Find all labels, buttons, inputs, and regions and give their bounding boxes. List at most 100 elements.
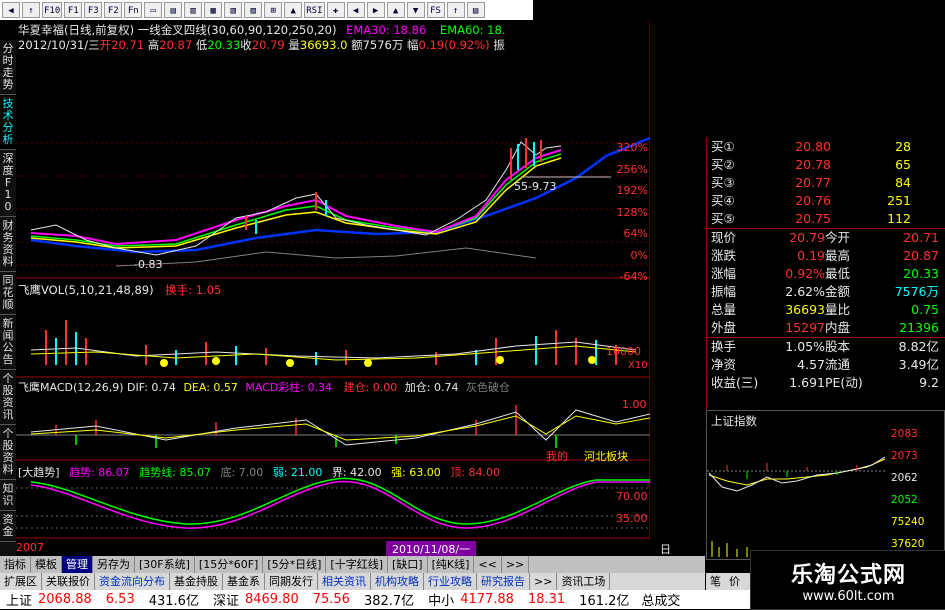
extension-tab[interactable]: 基金持股 (170, 573, 223, 590)
stat-label: PE(动) (825, 375, 863, 390)
macd-huise: 灰色破仓 (465, 381, 510, 394)
bid-volume: 28 (895, 139, 911, 154)
toolbar-button-8[interactable]: ▤ (164, 2, 183, 18)
extension-tab[interactable]: 资讯工场 (557, 573, 611, 590)
extension-tab[interactable]: 行业攻略 (424, 573, 477, 590)
toolbar-button-16[interactable]: ✚ (326, 2, 345, 18)
ticker-amount: 161.2亿 (579, 594, 630, 609)
extension-tab[interactable]: 关联报价 (42, 573, 95, 590)
tick-detail-tab[interactable]: 笔 (706, 573, 725, 590)
stat-value: 3.49亿 (898, 357, 939, 372)
bid-price: 20.76 (795, 193, 831, 208)
indicator-tab[interactable]: 指标 (0, 556, 31, 573)
macd-title: 飞鹰MACD(12,26,9) (18, 381, 124, 394)
toolbar-button-14[interactable]: ▲ (284, 2, 303, 18)
stat-value: 0.92% (785, 266, 825, 281)
vtab-0[interactable]: 分时走势 (0, 40, 16, 95)
toolbar-button-21[interactable]: FS (426, 2, 445, 18)
macd-dif: DIF: 0.74 (127, 381, 176, 394)
toolbar-button-0[interactable]: ◀ (2, 2, 20, 18)
stat-label: 涨幅 (711, 266, 737, 281)
stat-row: 总量 36693 量比 0.75 (707, 301, 945, 319)
stat-row: 换手 1.05% 股本 8.82亿 (707, 337, 945, 356)
bid-label: 买① (711, 139, 735, 154)
toolbar-button-13[interactable]: ⊞ (264, 2, 283, 18)
extension-tab[interactable]: 相关资讯 (318, 573, 371, 590)
indicator-tab[interactable]: >> (502, 556, 530, 573)
ticker-name[interactable]: 上证 (6, 590, 32, 609)
index-axis-tick: 2083 (891, 428, 918, 440)
toolbar-button-20[interactable]: ▼ (406, 2, 425, 18)
toolbar-button-19[interactable]: ▲ (386, 2, 405, 18)
stat-value: 20.33 (903, 266, 939, 281)
vtab-4[interactable]: 同花顺 (0, 272, 16, 315)
vtab-1[interactable]: 技术分析 (0, 95, 16, 150)
watermark-logo: 乐淘公式网 www.60lt.com (750, 550, 945, 610)
stat-label: 金额 (825, 284, 851, 299)
bid-label: 买⑤ (711, 211, 735, 226)
stat-label: 股本 (825, 339, 851, 354)
indicator-tab[interactable]: [纯K线] (428, 556, 475, 573)
indicator-tab[interactable]: << (474, 556, 502, 573)
indicator-tab[interactable]: [15分*60F] (195, 556, 264, 573)
ticker-name[interactable]: 深证 (213, 590, 239, 609)
extension-tab[interactable]: 基金系 (223, 573, 265, 590)
toolbar-button-2[interactable]: F10 (42, 2, 63, 18)
vtab-6[interactable]: 个股资讯 (0, 370, 16, 425)
vtab-9[interactable]: 资金 (0, 511, 16, 542)
stat-value: 2.62% (785, 284, 825, 299)
stat-row: 振幅 2.62% 金额 7576万 (707, 283, 945, 301)
date-cursor: 2010/11/08/一 (386, 541, 477, 557)
extension-tab[interactable]: >> (530, 573, 558, 590)
vtab-8[interactable]: 知识 (0, 480, 16, 511)
ticker-price: 2068.88 (38, 592, 92, 607)
vtab-7[interactable]: 个股资料 (0, 425, 16, 480)
indicator-tab[interactable]: [缺口] (388, 556, 428, 573)
extension-tab[interactable]: 扩展区 (0, 573, 42, 590)
indicator-tab[interactable]: 模板 (31, 556, 62, 573)
toolbar-button-18[interactable]: ▶ (366, 2, 385, 18)
vtab-3[interactable]: 财务资料 (0, 217, 16, 272)
stat-value: 1.691 (789, 375, 825, 390)
indicator-tab[interactable]: 另存为 (93, 556, 135, 573)
toolbar-button-17[interactable]: ◀ (346, 2, 365, 18)
indicator-tab[interactable]: [十字红线] (326, 556, 389, 573)
stat-row: 现价 20.79 今开 20.71 (707, 228, 945, 247)
bid-row: 买⑤ 20.75 112 (707, 210, 945, 228)
toolbar-button-11[interactable]: ▧ (224, 2, 243, 18)
toolbar-button-10[interactable]: ▦ (204, 2, 223, 18)
toolbar-button-5[interactable]: F2 (104, 2, 123, 18)
toolbar-button-1[interactable]: ↑ (22, 2, 40, 18)
vol-axis-tick: 10000 (606, 345, 641, 358)
toolbar-button-4[interactable]: F3 (84, 2, 103, 18)
ticker-name[interactable]: 中小 (428, 590, 454, 609)
extension-tab[interactable]: 研究报告 (477, 573, 530, 590)
trend-value: 趋势: 86.07 (69, 466, 130, 479)
toolbar-button-12[interactable]: ▨ (244, 2, 263, 18)
toolbar-button-3[interactable]: F1 (64, 2, 83, 18)
extension-tab[interactable]: 同期发行 (265, 573, 318, 590)
price-tab[interactable]: 价 (725, 573, 744, 590)
macd-note-label: 我的 (546, 450, 568, 463)
vtab-2[interactable]: 深度F10 (0, 150, 16, 217)
date-strip-left: 2007 (16, 541, 44, 554)
bid-label: 买③ (711, 175, 735, 190)
toolbar-button-9[interactable]: ▥ (184, 2, 203, 18)
stat-label: 内盘 (825, 320, 851, 335)
index-axis-tick: 75240 (891, 516, 925, 528)
extension-tab[interactable]: 资金流向分布 (95, 573, 170, 590)
toolbar-button-22[interactable]: ↑ (446, 2, 465, 18)
indicator-tab[interactable]: [30F系统] (135, 556, 195, 573)
indicator-tab[interactable]: [5分*日线] (263, 556, 327, 573)
toolbar-button-23[interactable]: ▤ (466, 2, 485, 18)
bid-volume: 251 (887, 193, 911, 208)
vtab-5[interactable]: 新闻公告 (0, 315, 16, 370)
extension-tab[interactable]: 机构攻略 (371, 573, 424, 590)
toolbar-button-15[interactable]: RSI (304, 2, 325, 18)
stat-label: 量比 (825, 302, 851, 317)
toolbar-button-7[interactable]: ▭ (144, 2, 163, 18)
toolbar-button-6[interactable]: Fn (124, 2, 143, 18)
indicator-tab[interactable]: 管理 (62, 556, 93, 573)
stat-value: 1.05% (785, 339, 825, 354)
stat-value: 8.82亿 (898, 339, 939, 354)
